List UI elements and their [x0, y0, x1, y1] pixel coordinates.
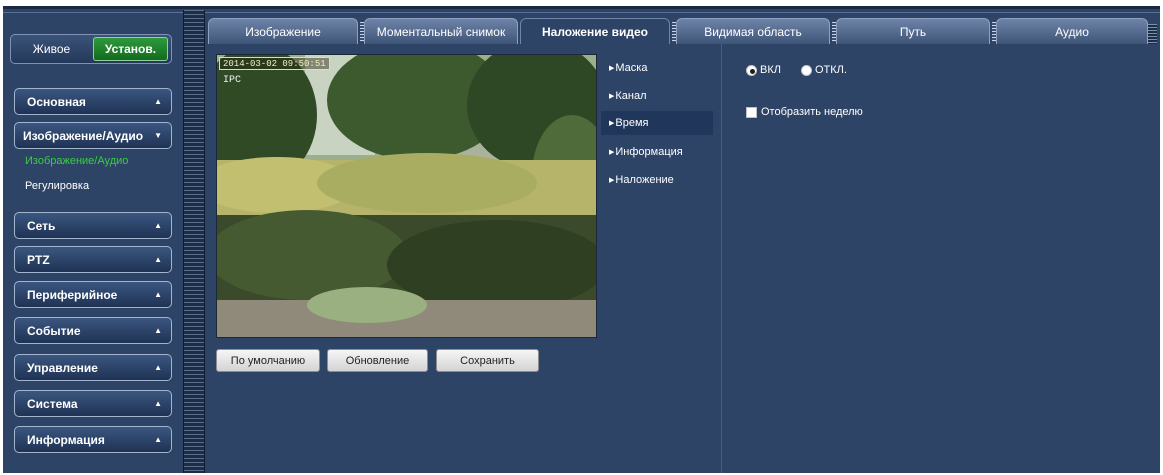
default-button[interactable]: По умолчанию — [216, 349, 320, 372]
setup-mode-button[interactable]: Установ. — [92, 37, 168, 61]
sidebar-item-event[interactable]: Событие ▲ — [14, 317, 172, 344]
sidebar-item-system[interactable]: Система ▲ — [14, 390, 172, 417]
video-preview[interactable]: 2014-03-02 09:50:51 IPC — [216, 54, 597, 338]
triangle-right-icon: ▶ — [609, 120, 615, 127]
tab-snapshot[interactable]: Моментальный снимок — [364, 18, 518, 44]
chevron-up-icon: ▲ — [154, 290, 162, 299]
overlay-item-label: Время — [615, 117, 649, 129]
sidebar-item-label: Управление — [27, 360, 98, 375]
show-week-checkbox[interactable]: Отобразить неделю — [746, 106, 863, 118]
chevron-up-icon: ▲ — [154, 399, 162, 408]
sidebar-item-label: PTZ — [27, 252, 50, 267]
sidebar-subitem-adjustment[interactable]: Регулировка — [25, 180, 89, 192]
radio-on-label: ВКЛ — [760, 64, 781, 76]
chevron-up-icon: ▲ — [154, 97, 162, 106]
camera-scene-image — [217, 55, 596, 337]
overlay-item-overlay[interactable]: ▶ Наложение — [601, 168, 713, 192]
chevron-up-icon: ▲ — [154, 255, 162, 264]
tab-path[interactable]: Путь — [836, 18, 990, 44]
radio-checked-icon — [746, 64, 757, 76]
panel-divider — [721, 44, 722, 473]
sidebar-item-label: Информация — [27, 432, 105, 447]
video-channel-label: IPC — [223, 75, 242, 86]
chevron-up-icon: ▲ — [154, 363, 162, 372]
chevron-up-icon: ▲ — [154, 221, 162, 230]
checkbox-unchecked-icon — [746, 106, 757, 118]
chevron-down-icon: ▼ — [154, 131, 162, 140]
radio-unchecked-icon — [800, 64, 812, 76]
sidebar-item-label: Основная — [27, 94, 86, 109]
sidebar-item-info[interactable]: Информация ▲ — [14, 426, 172, 453]
frame-line — [3, 12, 1160, 13]
chevron-up-icon: ▲ — [154, 435, 162, 444]
content-panel: 2014-03-02 09:50:51 IPC По умолчанию Обн… — [208, 44, 1152, 473]
sidebar-item-label: Событие — [27, 323, 81, 338]
tab-image[interactable]: Изображение — [208, 18, 358, 44]
save-button[interactable]: Сохранить — [436, 349, 539, 372]
radio-off-label: ОТКЛ. — [814, 64, 847, 76]
tab-visible-area[interactable]: Видимая область — [676, 18, 830, 44]
mode-switch: Живое Установ. — [10, 34, 172, 64]
video-timestamp: 2014-03-02 09:50:51 — [219, 57, 330, 70]
overlay-item-label: Канал — [615, 90, 647, 102]
refresh-button[interactable]: Обновление — [327, 349, 428, 372]
sidebar-item-label: Изображение/Аудио — [23, 128, 144, 143]
sidebar-item-label: Система — [27, 396, 78, 411]
overlay-item-mask[interactable]: ▶ Маска — [601, 56, 713, 80]
overlay-item-label: Информация — [615, 146, 683, 158]
overlay-item-time[interactable]: ▶ Время — [601, 111, 713, 135]
radio-off[interactable]: ОТКЛ. — [800, 64, 847, 76]
triangle-right-icon: ▶ — [609, 65, 615, 72]
time-display-radio-group: ВКЛ ОТКЛ. — [746, 64, 847, 76]
overlay-item-label: Наложение — [615, 174, 674, 186]
sidebar-item-management[interactable]: Управление ▲ — [14, 354, 172, 381]
tab-video-overlay[interactable]: Наложение видео — [520, 18, 670, 44]
tab-audio[interactable]: Аудио — [996, 18, 1148, 44]
sidebar-splitter[interactable] — [183, 10, 205, 473]
sidebar-item-network[interactable]: Сеть ▲ — [14, 212, 172, 239]
show-week-label: Отобразить неделю — [761, 106, 863, 118]
triangle-right-icon: ▶ — [609, 177, 615, 184]
scroll-grip — [1148, 24, 1157, 44]
sidebar-subitem-image-audio[interactable]: Изображение/Аудио — [25, 155, 128, 167]
sidebar-item-image-audio[interactable]: Изображение/Аудио ▼ — [14, 122, 172, 149]
sidebar-item-basic[interactable]: Основная ▲ — [14, 88, 172, 115]
chevron-up-icon: ▲ — [154, 326, 162, 335]
radio-on[interactable]: ВКЛ — [746, 64, 781, 76]
triangle-right-icon: ▶ — [609, 149, 615, 156]
overlay-item-info[interactable]: ▶ Информация — [601, 140, 713, 164]
overlay-item-channel[interactable]: ▶ Канал — [601, 84, 713, 108]
triangle-right-icon: ▶ — [609, 93, 615, 100]
sidebar: Живое Установ. Основная ▲ Изображение/Ау… — [6, 22, 178, 470]
sidebar-item-ptz[interactable]: PTZ ▲ — [14, 246, 172, 273]
live-mode-button[interactable]: Живое — [14, 37, 89, 61]
tab-bar: Изображение Моментальный снимок Наложени… — [208, 18, 1148, 44]
sidebar-item-label: Сеть — [27, 218, 56, 233]
overlay-item-label: Маска — [615, 62, 648, 74]
sidebar-item-peripheral[interactable]: Периферийное ▲ — [14, 281, 172, 308]
top-rule — [0, 0, 1163, 3]
sidebar-item-label: Периферийное — [27, 287, 118, 302]
